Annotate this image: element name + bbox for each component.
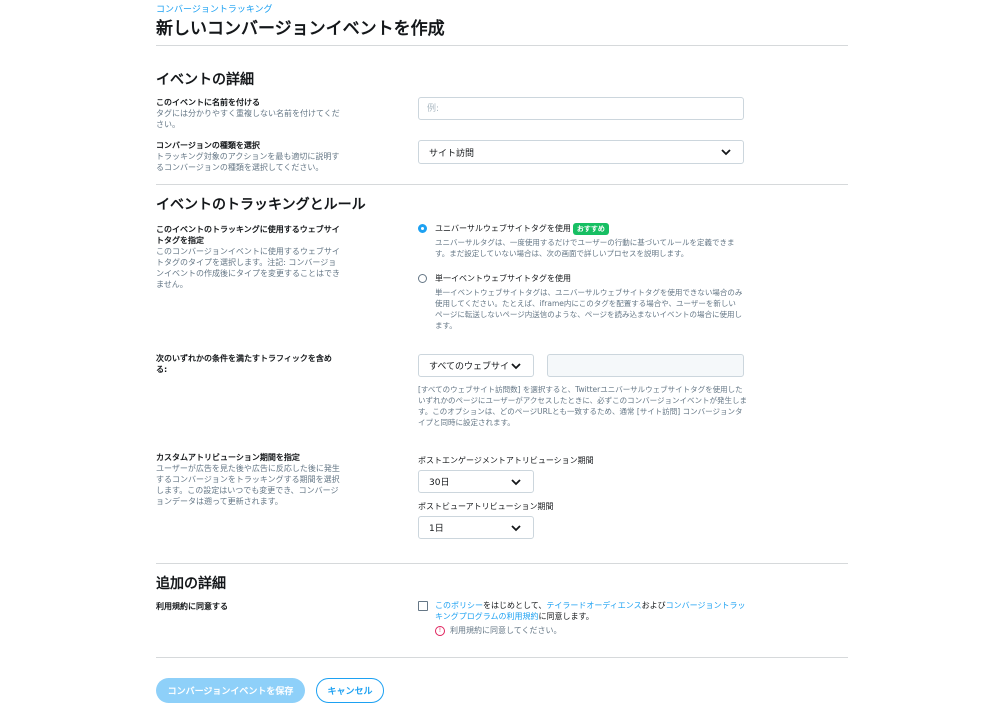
- divider: [156, 657, 848, 658]
- radio-universal-tag[interactable]: [418, 224, 427, 233]
- view-window-select[interactable]: 1日: [418, 516, 534, 539]
- conversion-type-label: コンバージョンの種類を選択 トラッキング対象のアクションを最も適切に説明するコン…: [156, 140, 340, 173]
- terms-error: ! 利用規約に同意してください。: [435, 625, 562, 636]
- section-title-additional: 追加の詳細: [156, 576, 226, 592]
- option-single-event-desc: 単一イベントウェブサイトタグは、ユニバーサルウェブサイトタグを使用できない場合の…: [435, 288, 743, 330]
- view-window-value: 1日: [429, 524, 444, 534]
- conversion-type-value: サイト訪問: [429, 148, 475, 159]
- traffic-rule-input-disabled: [547, 354, 744, 377]
- tag-type-label-title: このイベントのトラッキングに使用するウェブサイトタグを指定: [156, 225, 340, 245]
- tag-type-help: このコンバージョンイベントに使用するウェブサイトタグのタイプを選択します。注記:…: [156, 247, 340, 289]
- cancel-button[interactable]: キャンセル: [316, 678, 384, 703]
- divider: [156, 563, 848, 564]
- traffic-rule-label-title: 次のいずれかの条件を満たすトラフィックを含める:: [156, 354, 332, 374]
- option-single-event-title: 単一イベントウェブサイトタグを使用: [435, 274, 571, 283]
- engagement-window-label: ポストエンゲージメントアトリビューション期間: [418, 456, 594, 465]
- event-name-label: このイベントに名前を付ける タグには分かりやすく重複しない名前を付けてください。: [156, 97, 340, 130]
- option-universal-title: ユニバーサルウェブサイトタグを使用 おすすめ: [435, 223, 609, 235]
- terms-label-title: 利用規約に同意する: [156, 602, 228, 611]
- traffic-rule-value: すべてのウェブサイ: [429, 362, 510, 372]
- tag-type-label: このイベントのトラッキングに使用するウェブサイトタグを指定 このコンバージョンイ…: [156, 224, 340, 290]
- save-conversion-button[interactable]: コンバージョンイベントを保存: [156, 678, 305, 703]
- terms-label: 利用規約に同意する: [156, 601, 340, 612]
- view-window-label: ポストビューアトリビューション期間: [418, 502, 554, 511]
- terms-text-2: および: [641, 601, 666, 610]
- tailored-audiences-link[interactable]: テイラードオーディエンス: [546, 601, 641, 610]
- terms-text: このポリシーをはじめとして、テイラードオーディエンスおよびコンバージョントラッキ…: [435, 600, 753, 622]
- event-name-input[interactable]: [418, 97, 744, 120]
- conversion-type-label-title: コンバージョンの種類を選択: [156, 141, 260, 150]
- conversion-type-select[interactable]: サイト訪問: [418, 140, 744, 164]
- option-universal-desc: ユニバーサルタグは、一度使用するだけでユーザーの行動に基づいてルールを定義できま…: [435, 238, 735, 258]
- radio-single-event-tag[interactable]: [418, 274, 427, 283]
- engagement-window-value: 30日: [429, 478, 450, 488]
- event-name-help: タグには分かりやすく重複しない名前を付けてください。: [156, 109, 340, 129]
- traffic-rule-note: [すべてのウェブサイト訪問数] を選択すると、Twitterユニバーサルウェブサ…: [418, 385, 747, 427]
- traffic-rule-select[interactable]: すべてのウェブサイ: [418, 354, 534, 377]
- chevron-down-icon: [721, 149, 731, 156]
- chevron-down-icon: [511, 524, 521, 531]
- traffic-rule-label: 次のいずれかの条件を満たすトラフィックを含める:: [156, 353, 340, 375]
- section-title-tracking: イベントのトラッキングとルール: [156, 197, 366, 213]
- divider: [156, 184, 848, 185]
- section-title-event-details: イベントの詳細: [156, 72, 254, 88]
- terms-error-text: 利用規約に同意してください。: [450, 626, 562, 635]
- attribution-label-title: カスタムアトリビューション期間を指定: [156, 453, 300, 462]
- terms-text-3: に同意します。: [538, 612, 594, 621]
- engagement-window-select[interactable]: 30日: [418, 470, 534, 493]
- recommended-badge: おすすめ: [572, 223, 609, 235]
- divider: [156, 45, 848, 46]
- attribution-label: カスタムアトリビューション期間を指定 ユーザーが広告を見た後や広告に反応した後に…: [156, 452, 340, 507]
- error-icon: !: [435, 625, 445, 636]
- attribution-help: ユーザーが広告を見た後や広告に反応した後に発生するコンバージョンをトラッキングす…: [156, 464, 340, 506]
- chevron-down-icon: [511, 478, 521, 485]
- conversion-type-help: トラッキング対象のアクションを最も適切に説明するコンバージョンの種類を選択してく…: [156, 152, 340, 172]
- terms-checkbox[interactable]: [418, 601, 428, 611]
- terms-text-1: をはじめとして、: [483, 601, 547, 610]
- option-universal-label: ユニバーサルウェブサイトタグを使用: [435, 224, 571, 233]
- chevron-down-icon: [511, 362, 521, 369]
- policy-link[interactable]: このポリシー: [435, 601, 483, 610]
- page-title: 新しいコンバージョンイベントを作成: [156, 19, 445, 39]
- event-name-label-title: このイベントに名前を付ける: [156, 98, 260, 107]
